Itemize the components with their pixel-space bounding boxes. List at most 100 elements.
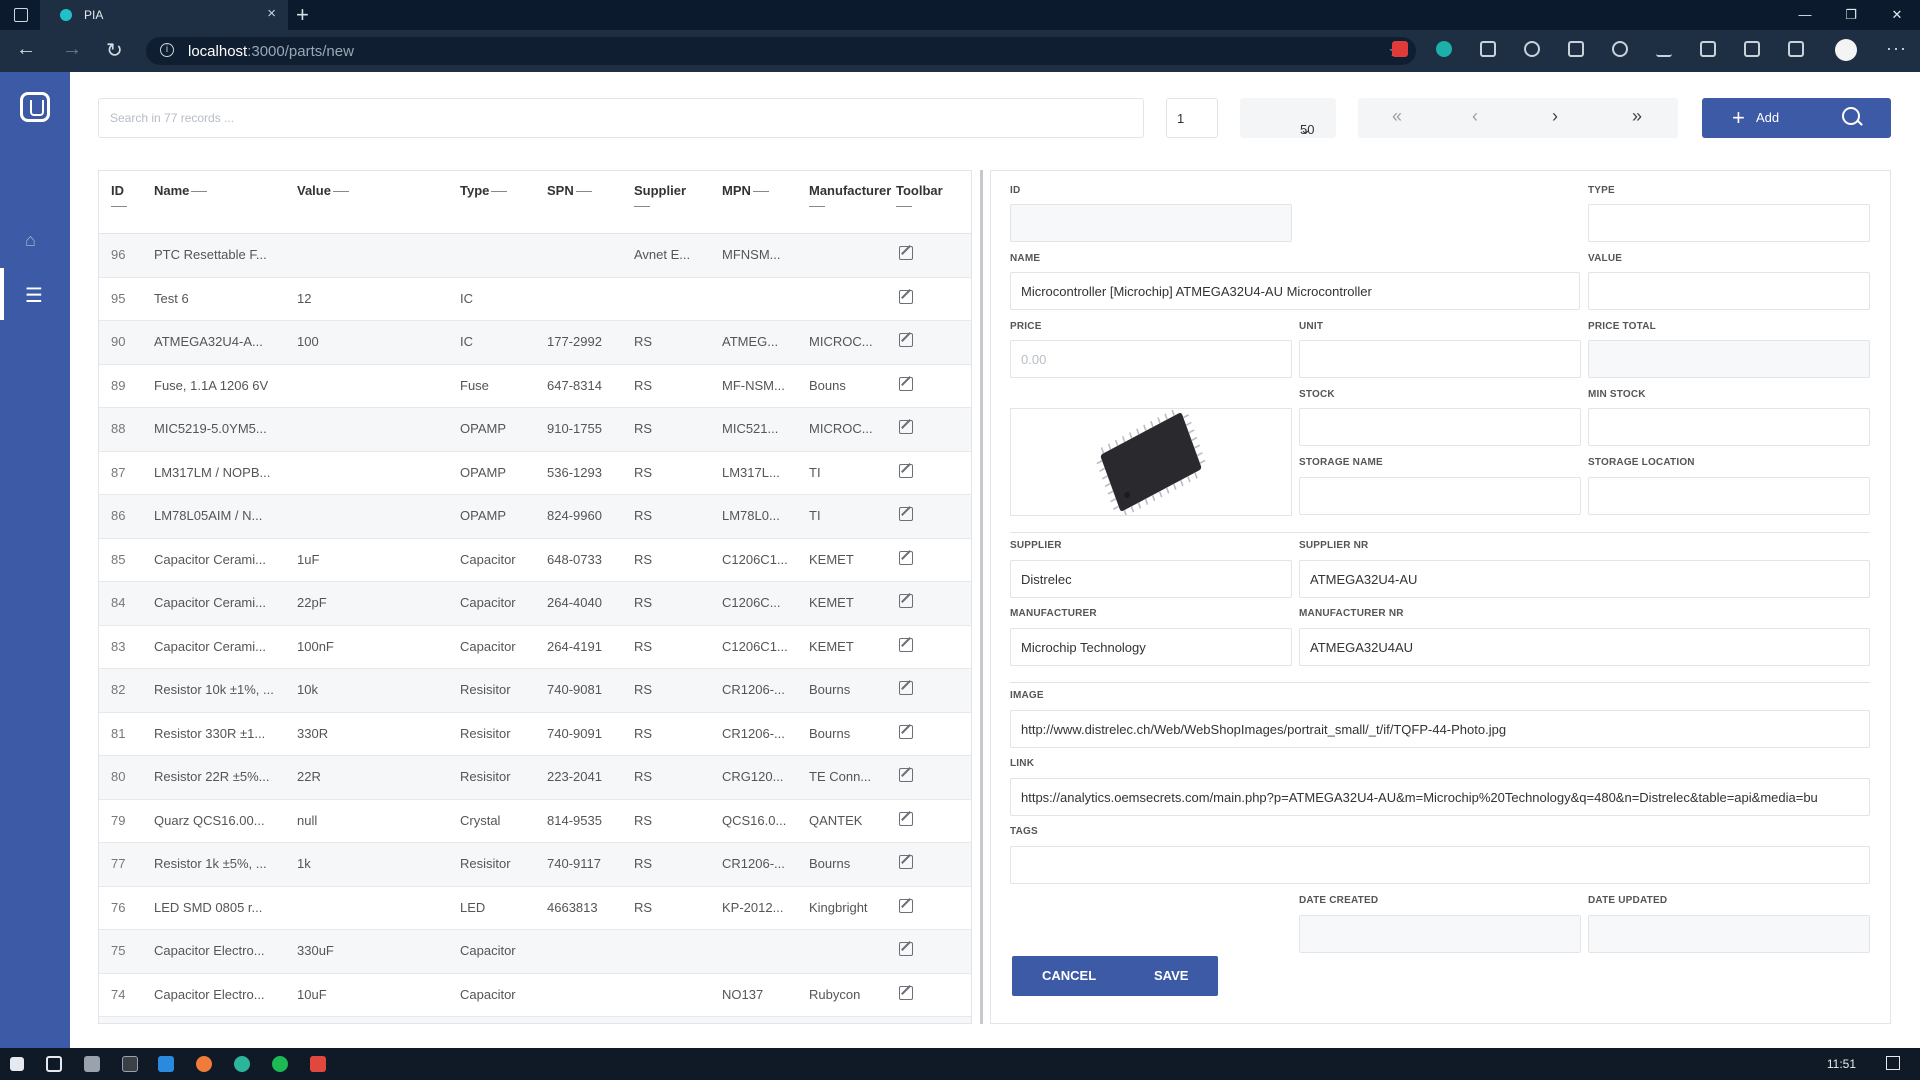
browser-menu-icon[interactable]: ··· xyxy=(1886,38,1907,59)
table-row[interactable]: 90 ATMEGA32U4-A... 100 IC 177-2992 RS ATMEG...… xyxy=(99,321,971,365)
terminal-app-icon[interactable] xyxy=(122,1056,138,1072)
downloads-icon[interactable] xyxy=(1656,41,1672,57)
manufacturer-field[interactable]: Microchip Technology xyxy=(1010,628,1292,666)
edit-icon[interactable] xyxy=(899,811,913,826)
prev-page-button[interactable]: ‹ xyxy=(1472,106,1478,127)
extension-puzzle-icon[interactable] xyxy=(1524,41,1540,57)
postman-app-icon[interactable] xyxy=(196,1056,212,1072)
value-field[interactable] xyxy=(1588,272,1870,310)
clock[interactable]: 11:51 xyxy=(1827,1057,1856,1071)
edit-icon[interactable] xyxy=(899,289,913,304)
storage-location-field[interactable] xyxy=(1588,477,1870,515)
edit-icon[interactable] xyxy=(899,246,913,260)
edit-icon[interactable] xyxy=(899,724,913,739)
browser-tab[interactable]: PIA × xyxy=(40,0,288,30)
tags-field[interactable] xyxy=(1010,846,1870,884)
site-info-icon[interactable]: i xyxy=(160,43,174,57)
table-row[interactable]: 80 Resistor 22R ±5%... 22R Resisitor 223-204… xyxy=(99,756,971,800)
table-row[interactable]: 75 Capacitor Electro... 330uF Capacitor xyxy=(99,930,971,974)
first-page-button[interactable]: « xyxy=(1392,106,1402,127)
close-window-button[interactable]: ✕ xyxy=(1874,0,1920,30)
column-header-supplier[interactable]: Supplier xyxy=(634,183,686,207)
save-button[interactable]: SAVE xyxy=(1154,968,1188,983)
edit-icon[interactable] xyxy=(899,550,913,565)
vscode-app-icon[interactable] xyxy=(158,1056,174,1072)
edit-icon[interactable] xyxy=(899,637,913,652)
history-icon[interactable] xyxy=(1612,41,1628,57)
manufacturer-nr-field[interactable]: ATMEGA32U4AU xyxy=(1299,628,1870,666)
last-page-button[interactable]: » xyxy=(1632,106,1642,127)
min-stock-field[interactable] xyxy=(1588,408,1870,446)
next-page-button[interactable]: › xyxy=(1552,106,1558,127)
table-row[interactable]: 79 Quarz QCS16.00... null Crystal 814-9535 RS… xyxy=(99,800,971,843)
sidebar-item-parts[interactable]: ☰ xyxy=(0,268,70,320)
id-field[interactable] xyxy=(1010,204,1292,242)
app-logo[interactable] xyxy=(20,92,50,122)
column-header-value[interactable]: Value xyxy=(297,183,349,198)
table-row[interactable]: 84 Capacitor Cerami... 22pF Capacitor 264-40… xyxy=(99,582,971,626)
home-icon[interactable]: ⌂ xyxy=(25,230,45,250)
forward-icon[interactable]: → xyxy=(62,38,82,61)
new-tab-icon[interactable]: + xyxy=(296,2,309,28)
edit-icon[interactable] xyxy=(899,942,913,956)
page-number-input[interactable]: 1 xyxy=(1166,98,1218,138)
tab-close-icon[interactable]: × xyxy=(267,5,276,22)
edit-icon[interactable] xyxy=(899,855,913,869)
table-row[interactable]: 85 Capacitor Cerami... 1uF Capacitor 648-073… xyxy=(99,539,971,582)
edit-icon[interactable] xyxy=(899,420,913,434)
edit-icon[interactable] xyxy=(899,768,913,782)
database-app-icon[interactable] xyxy=(84,1056,100,1072)
name-field[interactable]: Microcontroller [Microchip] ATMEGA32U4-A… xyxy=(1010,272,1580,310)
edit-icon[interactable] xyxy=(899,898,913,913)
minimize-button[interactable]: — xyxy=(1782,0,1828,30)
link-field[interactable]: https://analytics.oemsecrets.com/main.ph… xyxy=(1010,778,1870,816)
extension-record-icon[interactable] xyxy=(1392,41,1408,57)
table-row[interactable]: 82 Resistor 10k ±1%, ... 10k Resisitor 740-9… xyxy=(99,669,971,713)
type-field[interactable] xyxy=(1588,204,1870,242)
search-input[interactable]: Search in 77 records ... xyxy=(98,98,1144,138)
table-row[interactable]: 81 Resistor 330R ±1... 330R Resisitor 740-90… xyxy=(99,713,971,756)
extension-shield-icon[interactable] xyxy=(1480,41,1496,57)
table-row[interactable]: 96 PTC Resettable F... Avnet E... MFNSM... xyxy=(99,234,971,278)
column-header-manufacturer[interactable]: Manufacturer xyxy=(809,183,891,207)
share-icon[interactable] xyxy=(1788,41,1804,57)
search-icon[interactable] xyxy=(1842,107,1860,125)
edit-icon[interactable] xyxy=(899,985,913,1000)
column-header-id[interactable]: ID xyxy=(111,183,127,207)
edit-icon[interactable] xyxy=(899,594,913,608)
edit-icon[interactable] xyxy=(899,376,913,391)
refresh-icon[interactable]: ↻ xyxy=(106,38,123,63)
table-row[interactable]: 87 LM317LM / NOPB... OPAMP 536-1293 RS LM317L… xyxy=(99,452,971,495)
back-icon[interactable]: ← xyxy=(16,38,36,61)
column-header-type[interactable]: Type xyxy=(460,183,508,198)
price-field[interactable]: 0.00 xyxy=(1010,340,1292,378)
storage-name-field[interactable] xyxy=(1299,477,1581,515)
column-header-mpn[interactable]: MPN xyxy=(722,183,769,198)
start-icon[interactable] xyxy=(10,1057,24,1071)
table-row[interactable]: 89 Fuse, 1.1A 1206 6V Fuse 647-8314 RS MF-NSM… xyxy=(99,365,971,408)
edit-icon[interactable] xyxy=(899,333,913,347)
per-page-select[interactable]: 50 ⌄ xyxy=(1240,98,1336,138)
column-header-name[interactable]: Name xyxy=(154,183,208,198)
edit-icon[interactable] xyxy=(899,681,913,695)
table-row[interactable]: 76 LED SMD 0805 r... LED 4663813 RS KP-2012..… xyxy=(99,887,971,930)
supplier-nr-field[interactable]: ATMEGA32U4-AU xyxy=(1299,560,1870,598)
image-url-field[interactable]: http://www.distrelec.ch/Web/WebShopImage… xyxy=(1010,710,1870,748)
spotify-app-icon[interactable] xyxy=(272,1056,288,1072)
add-button[interactable]: + Add xyxy=(1702,98,1891,138)
cancel-button[interactable]: CANCEL xyxy=(1042,968,1096,983)
window-menu-icon[interactable] xyxy=(14,8,28,22)
edit-icon[interactable] xyxy=(899,463,913,478)
git-app-icon[interactable] xyxy=(310,1056,326,1072)
collections-icon[interactable] xyxy=(1700,41,1716,57)
favorites-icon[interactable] xyxy=(1568,41,1584,57)
url-field[interactable]: i localhost:3000/parts/new ☆ xyxy=(146,37,1416,65)
table-row[interactable]: 73Capacitor Electro...470uFCapacitorNich… xyxy=(99,1017,971,1023)
notifications-icon[interactable] xyxy=(1886,1056,1900,1070)
table-row[interactable]: 74 Capacitor Electro... 10uF Capacitor NO137… xyxy=(99,974,971,1017)
table-row[interactable]: 95 Test 6 12 IC xyxy=(99,278,971,321)
extension-teal-icon[interactable] xyxy=(1436,41,1452,57)
task-view-icon[interactable] xyxy=(46,1056,62,1072)
supplier-field[interactable]: Distrelec xyxy=(1010,560,1292,598)
web-capture-icon[interactable] xyxy=(1744,41,1760,57)
